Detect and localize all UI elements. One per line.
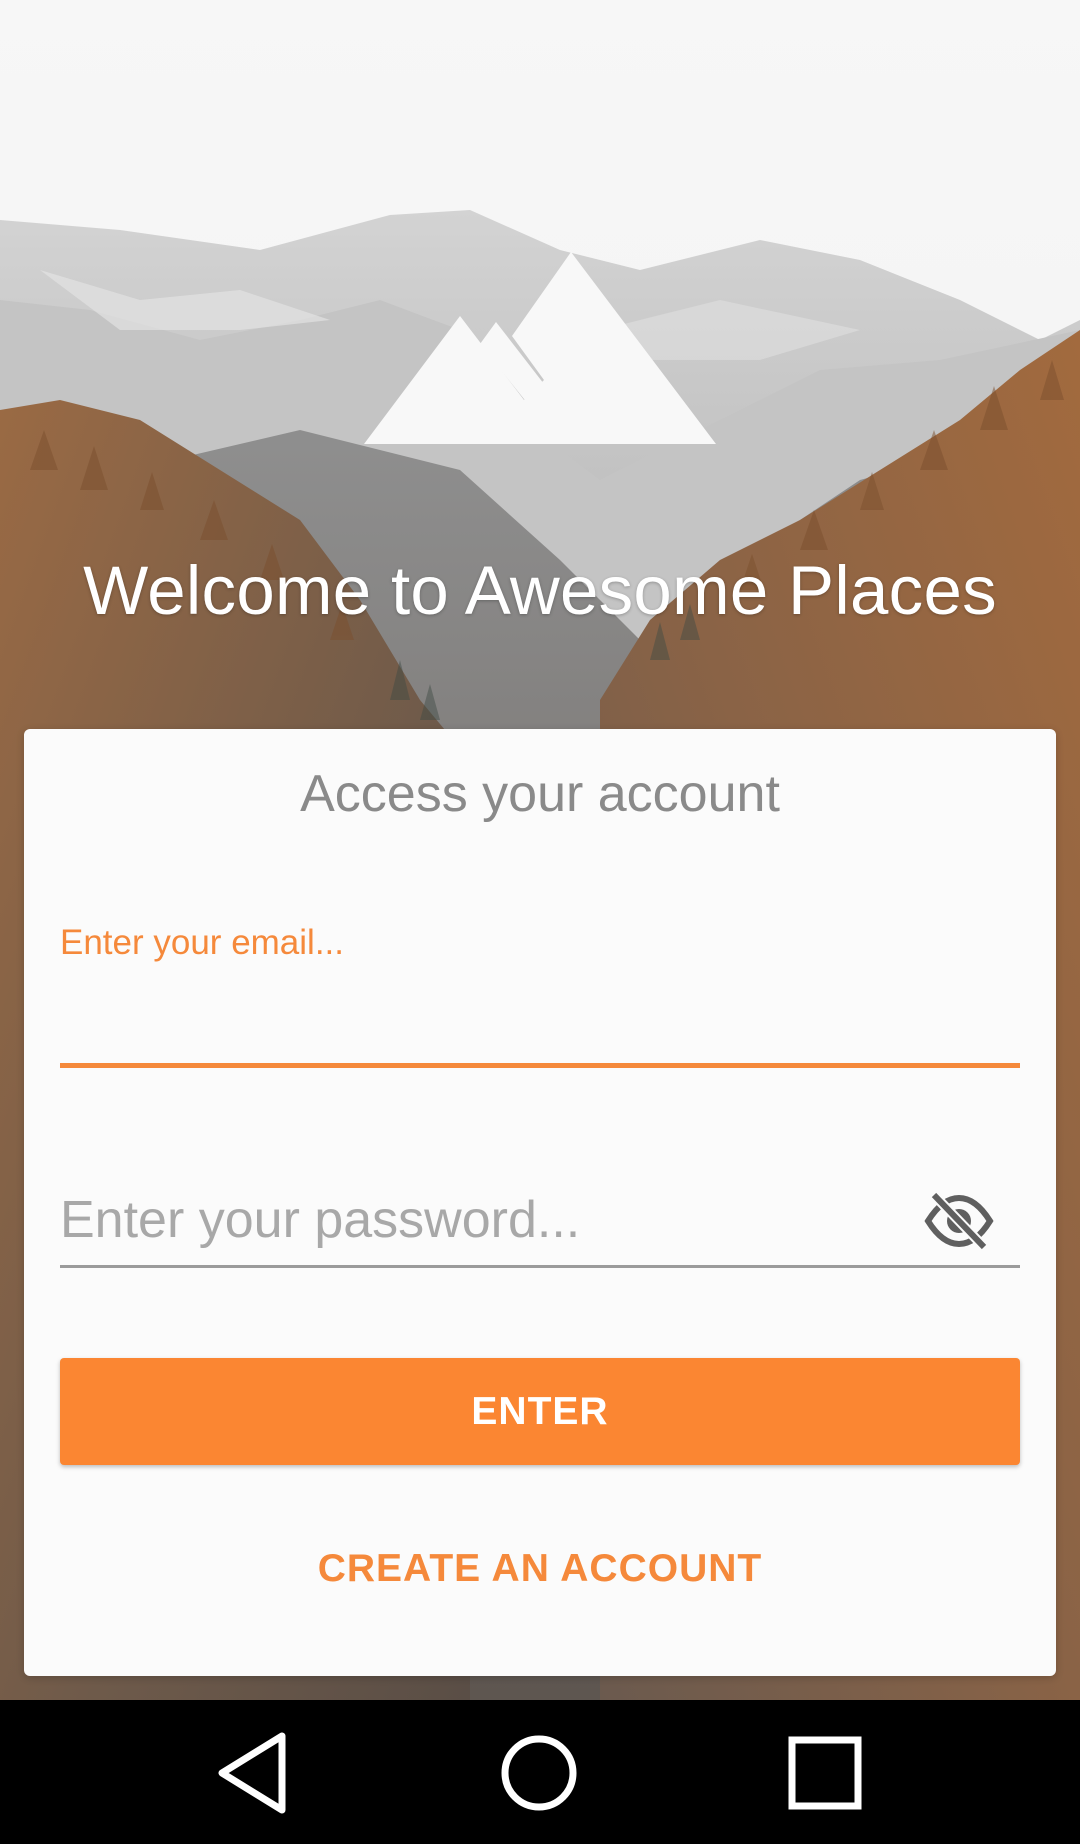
email-field[interactable] xyxy=(60,979,1020,1039)
password-field[interactable] xyxy=(60,1183,920,1257)
welcome-title: Welcome to Awesome Places xyxy=(83,552,997,629)
enter-button[interactable]: ENTER xyxy=(60,1358,1020,1465)
back-triangle-icon[interactable] xyxy=(210,1728,300,1818)
email-field-underline xyxy=(60,1063,1020,1068)
email-field-label: Enter your email... xyxy=(60,923,344,962)
home-circle-icon[interactable] xyxy=(494,1728,584,1818)
recents-square-icon[interactable] xyxy=(780,1728,870,1818)
card-title: Access your account xyxy=(300,765,780,823)
login-card: Access your account Enter your email... … xyxy=(24,729,1056,1676)
mountain-logo-icon xyxy=(364,250,716,446)
create-account-button[interactable]: CREATE AN ACCOUNT xyxy=(260,1534,820,1604)
navigation-bar xyxy=(0,1700,1080,1844)
password-field-underline xyxy=(60,1265,1020,1268)
eye-off-icon[interactable] xyxy=(924,1189,994,1253)
